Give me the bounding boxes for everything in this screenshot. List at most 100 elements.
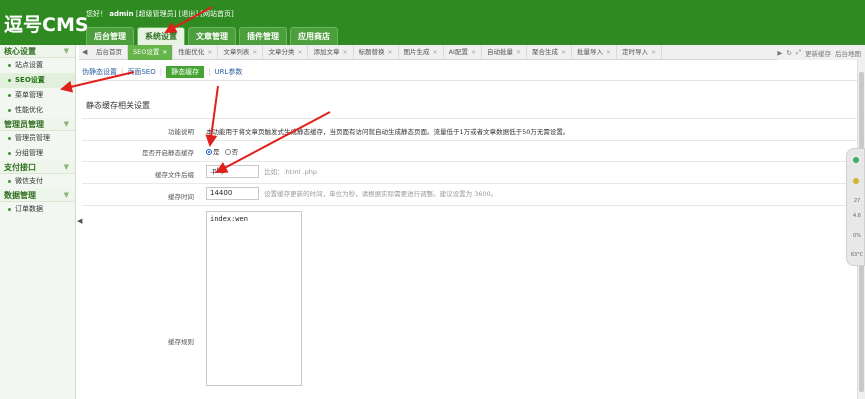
tab-auto-batch[interactable]: 自动批量 ✕ bbox=[482, 45, 528, 60]
radio-no[interactable] bbox=[224, 149, 231, 155]
sidebar-section-data[interactable]: 数据管理 ▼ bbox=[0, 189, 75, 202]
monitor-value: 27 bbox=[853, 198, 861, 204]
sidebar-item-label: 管理员管理 bbox=[15, 134, 50, 142]
close-icon[interactable]: ✕ bbox=[162, 45, 167, 60]
topnav-app-store[interactable]: 应用商店 bbox=[290, 27, 338, 45]
cache-rules-textarea[interactable]: index:wen bbox=[206, 211, 302, 386]
chevron-down-icon: ▼ bbox=[63, 163, 69, 171]
topnav-plugins[interactable]: 插件管理 bbox=[239, 27, 287, 45]
tab-title-replace[interactable]: 标题替换 ✕ bbox=[354, 45, 399, 60]
sidebar-item-site[interactable]: 站点设置 bbox=[0, 58, 75, 73]
tab-label: 批量导入 bbox=[577, 48, 604, 56]
tab-home[interactable]: 后台首页 bbox=[91, 45, 128, 60]
close-icon[interactable]: ✕ bbox=[606, 45, 611, 60]
close-icon[interactable]: ✕ bbox=[207, 45, 212, 60]
sidebar-section-label: 核心设置 bbox=[4, 47, 36, 56]
form-row-suffix: 缓存文件后缀 .php 比如：.html .php bbox=[82, 161, 857, 183]
sidebar-item-seo[interactable]: SEO设置 bbox=[0, 73, 75, 88]
fullscreen-icon[interactable]: ⤢ bbox=[796, 48, 801, 57]
radio-yes[interactable] bbox=[206, 149, 212, 155]
tab-list: 后台首页 SEO设置 ✕ 性能优化 ✕ 文章列表 ✕ 文章分类 ✕ 添加文章 ✕ 标题替换… bbox=[91, 45, 663, 60]
tab-performance[interactable]: 性能优化 ✕ bbox=[173, 45, 219, 60]
system-monitor-widget[interactable]: 27 4.6 0% 63°C bbox=[846, 148, 865, 266]
cache-time-hint: 设置缓存更新的时间，单位为秒，请根据实际需要进行调整。建议设置为 3600。 bbox=[264, 189, 498, 198]
username: admin bbox=[109, 10, 134, 18]
tab-label: 添加文章 bbox=[313, 48, 340, 56]
subtab-static-cache[interactable]: 静态缓存 bbox=[166, 66, 205, 78]
sidebar-section-payment[interactable]: 支付接口 ▼ bbox=[0, 161, 75, 174]
top-nav: 后台管理 系统设置 文章管理 插件管理 应用商店 bbox=[86, 27, 338, 45]
tab-add-article[interactable]: 添加文章 ✕ bbox=[308, 45, 354, 60]
tab-seo[interactable]: SEO设置 ✕ bbox=[128, 45, 174, 60]
logout-link[interactable]: [退出] bbox=[179, 10, 198, 18]
tab-scroll-right-icon[interactable]: ▶ bbox=[777, 49, 782, 57]
sidebar-item-wechat-pay[interactable]: 微信支付 bbox=[0, 174, 75, 189]
monitor-value: 0% bbox=[853, 233, 861, 239]
greeting-prefix: 您好！ bbox=[86, 10, 107, 18]
refresh-icon[interactable]: ↻ bbox=[786, 49, 791, 57]
tab-batch-import[interactable]: 批量导入 ✕ bbox=[572, 45, 618, 60]
sidebar-item-label: 订单数据 bbox=[15, 205, 43, 213]
tab-label: 定时导入 bbox=[622, 48, 649, 56]
description-text: 本功能用于将文章页触发式生成静态缓存，当页面有访问就自动生成静态页面。流量低于1… bbox=[206, 128, 570, 136]
sidebar-section-core[interactable]: 核心设置 ▼ bbox=[0, 45, 75, 58]
close-icon[interactable]: ✕ bbox=[516, 45, 521, 60]
bullet-icon bbox=[8, 207, 11, 211]
sidebar-section-admins[interactable]: 管理员管理 ▼ bbox=[0, 118, 75, 131]
close-icon[interactable]: ✕ bbox=[561, 45, 566, 60]
close-icon[interactable]: ✕ bbox=[297, 45, 302, 60]
tab-article-list[interactable]: 文章列表 ✕ bbox=[218, 45, 264, 60]
sidebar-item-performance[interactable]: 性能优化 bbox=[0, 103, 75, 118]
site-home-link[interactable]: [网站首页] bbox=[200, 10, 233, 18]
topnav-articles[interactable]: 文章管理 bbox=[188, 27, 236, 45]
sidebar-item-orders[interactable]: 订单数据 bbox=[0, 202, 75, 217]
subtab-page-seo[interactable]: 页面SEO bbox=[127, 67, 155, 77]
sidebar-item-admin-manage[interactable]: 管理员管理 bbox=[0, 131, 75, 146]
field-label: 是否开启静态缓存 bbox=[142, 149, 194, 157]
tab-scheduled-import[interactable]: 定时导入 ✕ bbox=[617, 45, 663, 60]
bullet-icon bbox=[8, 136, 11, 140]
close-icon[interactable]: ✕ bbox=[471, 45, 476, 60]
bullet-icon bbox=[8, 151, 11, 155]
sidebar-item-label: SEO设置 bbox=[15, 76, 45, 84]
subtab-url-params[interactable]: URL参数 bbox=[214, 67, 242, 77]
tab-image-gen[interactable]: 图片生成 ✕ bbox=[399, 45, 444, 60]
cache-time-input[interactable]: 14400 bbox=[206, 187, 259, 200]
close-icon[interactable]: ✕ bbox=[342, 45, 347, 60]
sidebar-item-label: 分组管理 bbox=[15, 149, 43, 157]
sidebar-section-label: 数据管理 bbox=[4, 191, 36, 200]
clear-cache-link[interactable]: 更新缓存 bbox=[805, 48, 831, 58]
chevron-down-icon: ▼ bbox=[63, 47, 69, 55]
radio-yes-label: 是 bbox=[213, 148, 220, 156]
tab-label: SEO设置 bbox=[133, 48, 160, 56]
suffix-input[interactable]: .php bbox=[206, 165, 259, 178]
tab-ai-config[interactable]: AI配置 ✕ bbox=[444, 45, 482, 60]
close-icon[interactable]: ✕ bbox=[651, 45, 656, 60]
sidebar-item-groups[interactable]: 分组管理 bbox=[0, 146, 75, 161]
monitor-value: 4.6 bbox=[853, 213, 861, 219]
tab-scroll-left-icon[interactable]: ◀ bbox=[82, 45, 87, 60]
admin-map-link[interactable]: 后台地图 bbox=[835, 48, 861, 58]
tab-article-category[interactable]: 文章分类 ✕ bbox=[263, 45, 309, 60]
tab-aggregate[interactable]: 聚合生成 ✕ bbox=[527, 45, 573, 60]
field-label: 缓存文件后缀 bbox=[155, 171, 194, 179]
sidebar-item-label: 微信支付 bbox=[15, 177, 43, 185]
divider: | bbox=[121, 68, 124, 76]
close-icon[interactable]: ✕ bbox=[252, 45, 257, 60]
app-root: 逗号CMS 您好！ admin [超级管理员] [退出] [网站首页] 后台管理… bbox=[0, 0, 865, 399]
subtab-rewrite[interactable]: 伪静态设置 bbox=[82, 67, 117, 77]
status-dot-icon bbox=[853, 157, 859, 163]
sub-tabs: 伪静态设置 | 页面SEO | 静态缓存 | URL参数 bbox=[82, 66, 242, 78]
suffix-field-wrap: .php 比如：.html .php bbox=[206, 165, 317, 178]
bullet-icon bbox=[8, 78, 11, 82]
divider: | bbox=[208, 68, 211, 76]
bullet-icon bbox=[8, 93, 11, 97]
close-icon[interactable]: ✕ bbox=[433, 45, 438, 60]
sidebar-item-menu[interactable]: 菜单管理 bbox=[0, 88, 75, 103]
bullet-icon bbox=[8, 63, 11, 67]
topnav-system-settings[interactable]: 系统设置 bbox=[137, 27, 185, 45]
tab-label: 文章分类 bbox=[268, 48, 295, 56]
topnav-admin[interactable]: 后台管理 bbox=[86, 27, 134, 45]
close-icon[interactable]: ✕ bbox=[388, 45, 393, 60]
tab-label: 图片生成 bbox=[403, 48, 430, 56]
